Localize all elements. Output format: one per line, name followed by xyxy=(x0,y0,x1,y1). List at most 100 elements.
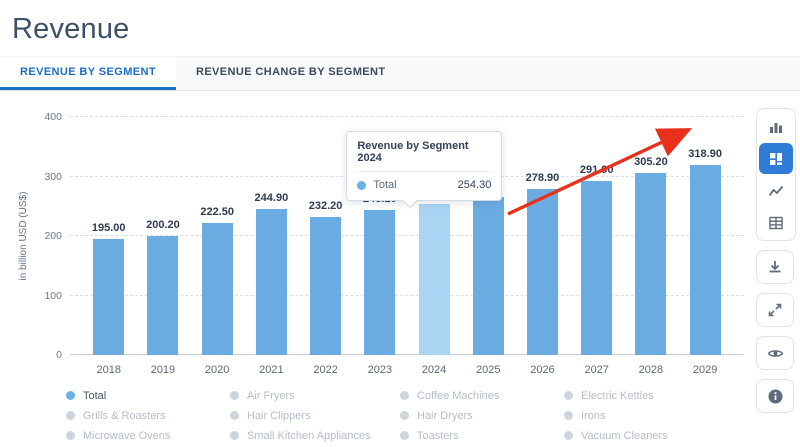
bar[interactable]: 244.90 xyxy=(256,209,287,355)
bar-highlighted[interactable] xyxy=(419,204,450,355)
series-dot xyxy=(357,181,366,190)
x-tick-label: 2019 xyxy=(151,364,175,376)
legend-dot xyxy=(400,391,409,400)
bar[interactable]: 200.20 xyxy=(147,236,178,355)
tab-revenue-by-segment[interactable]: REVENUE BY SEGMENT xyxy=(0,57,176,90)
tooltip-value: 254.30 xyxy=(458,179,492,191)
bar-column[interactable]: 318.902029 xyxy=(690,117,721,355)
bar[interactable]: 232.20 xyxy=(310,217,341,355)
legend-label: Total xyxy=(83,390,106,402)
page-header: Revenue xyxy=(0,0,800,56)
legend-dot xyxy=(66,431,75,440)
legend-item[interactable]: Hair Dryers xyxy=(400,407,564,424)
chart-legend: Total Grills & Roasters Microwave Ovens Air… xyxy=(66,387,800,444)
chart-plot-area: 4003002001000 in billion USD (US$) 195.0… xyxy=(70,117,744,355)
legend-label: Hair Dryers xyxy=(417,410,473,422)
tab-revenue-change-by-segment[interactable]: REVENUE CHANGE BY SEGMENT xyxy=(176,57,406,90)
legend-label: Irons xyxy=(581,410,605,422)
bar-column[interactable]: 291.902027 xyxy=(581,117,612,355)
bar[interactable]: 278.90 xyxy=(527,189,558,355)
chart-toolbar xyxy=(756,108,796,413)
bar-value-label: 232.20 xyxy=(309,200,343,212)
legend-dot xyxy=(66,391,75,400)
bar-value-label: 305.20 xyxy=(634,156,668,168)
x-tick-label: 2029 xyxy=(693,364,717,376)
legend-label: Hair Clippers xyxy=(247,410,311,422)
download-icon[interactable] xyxy=(756,250,794,284)
column-chart-icon[interactable] xyxy=(759,111,793,142)
tooltip-series-label: Total xyxy=(373,179,396,191)
legend-label: Electric Kettles xyxy=(581,390,654,402)
fullscreen-icon[interactable] xyxy=(756,293,794,327)
legend-dot xyxy=(400,411,409,420)
bar[interactable]: 195.00 xyxy=(93,239,124,355)
legend-item[interactable]: Total xyxy=(66,387,230,404)
x-tick-label: 2027 xyxy=(584,364,608,376)
x-tick-label: 2018 xyxy=(96,364,120,376)
page-title: Revenue xyxy=(12,13,800,46)
bar-column[interactable]: 244.902021 xyxy=(256,117,287,355)
x-tick-label: 2025 xyxy=(476,364,500,376)
chart-type-switcher xyxy=(756,108,796,241)
bar-column[interactable]: 200.202019 xyxy=(147,117,178,355)
legend-item[interactable]: Vacuum Cleaners xyxy=(564,427,728,444)
legend-label: Toasters xyxy=(417,430,459,442)
bar[interactable]: 291.90 xyxy=(581,181,612,355)
legend-dot xyxy=(230,411,239,420)
bar-value-label: 200.20 xyxy=(146,219,180,231)
line-chart-icon[interactable] xyxy=(759,175,793,206)
legend-item[interactable]: Hair Clippers xyxy=(230,407,400,424)
tab-bar: REVENUE BY SEGMENT REVENUE CHANGE BY SEG… xyxy=(0,56,800,91)
legend-item[interactable]: Electric Kettles xyxy=(564,387,728,404)
legend-item[interactable]: Air Fryers xyxy=(230,387,400,404)
bar-column[interactable]: 232.202022 xyxy=(310,117,341,355)
x-tick-label: 2024 xyxy=(422,364,446,376)
bar[interactable]: 318.90 xyxy=(690,165,721,355)
legend-dot xyxy=(230,431,239,440)
x-tick-label: 2021 xyxy=(259,364,283,376)
info-icon[interactable] xyxy=(756,379,794,413)
bar[interactable]: 243.10 xyxy=(364,210,395,355)
bar-column[interactable]: 278.902026 xyxy=(527,117,558,355)
tooltip-row: Total 254.30 xyxy=(357,179,491,191)
legend-item[interactable]: Microwave Ovens xyxy=(66,427,230,444)
x-tick-label: 2023 xyxy=(368,364,392,376)
legend-label: Air Fryers xyxy=(247,390,295,402)
y-tick-label: 200 xyxy=(32,230,62,242)
tooltip-title: Revenue by Segment 2024 xyxy=(357,140,491,172)
bar-value-label: 318.90 xyxy=(688,148,722,160)
x-tick-label: 2022 xyxy=(313,364,337,376)
segment-chart-icon[interactable] xyxy=(759,143,793,174)
bar[interactable]: 222.50 xyxy=(202,223,233,355)
bar[interactable] xyxy=(473,197,504,355)
legend-dot xyxy=(230,391,239,400)
legend-item[interactable]: Irons xyxy=(564,407,728,424)
legend-item[interactable]: Toasters xyxy=(400,427,564,444)
data-table-icon[interactable] xyxy=(759,207,793,238)
legend-label: Vacuum Cleaners xyxy=(581,430,668,442)
bar-value-label: 278.90 xyxy=(526,172,560,184)
bar-column[interactable]: 222.502020 xyxy=(202,117,233,355)
legend-label: Coffee Machines xyxy=(417,390,499,402)
legend-dot xyxy=(66,411,75,420)
x-tick-label: 2026 xyxy=(530,364,554,376)
y-tick-label: 0 xyxy=(32,349,62,361)
bar-value-label: 244.90 xyxy=(255,192,289,204)
bar-column[interactable]: 195.002018 xyxy=(93,117,124,355)
bar-value-label: 195.00 xyxy=(92,222,126,234)
bar-value-label: 222.50 xyxy=(200,206,234,218)
bar-column[interactable]: 305.202028 xyxy=(635,117,666,355)
x-tick-label: 2020 xyxy=(205,364,229,376)
legend-item[interactable]: Coffee Machines xyxy=(400,387,564,404)
y-tick-label: 400 xyxy=(32,111,62,123)
x-tick-label: 2028 xyxy=(639,364,663,376)
legend-item[interactable]: Small Kitchen Appliances xyxy=(230,427,400,444)
legend-item[interactable]: Grills & Roasters xyxy=(66,407,230,424)
eye-icon[interactable] xyxy=(756,336,794,370)
bar[interactable]: 305.20 xyxy=(635,173,666,355)
y-axis-label: in billion USD (US$) xyxy=(18,192,29,281)
legend-label: Microwave Ovens xyxy=(83,430,170,442)
chart-tooltip: Revenue by Segment 2024 Total 254.30 xyxy=(346,131,502,201)
legend-dot xyxy=(564,431,573,440)
legend-dot xyxy=(564,391,573,400)
